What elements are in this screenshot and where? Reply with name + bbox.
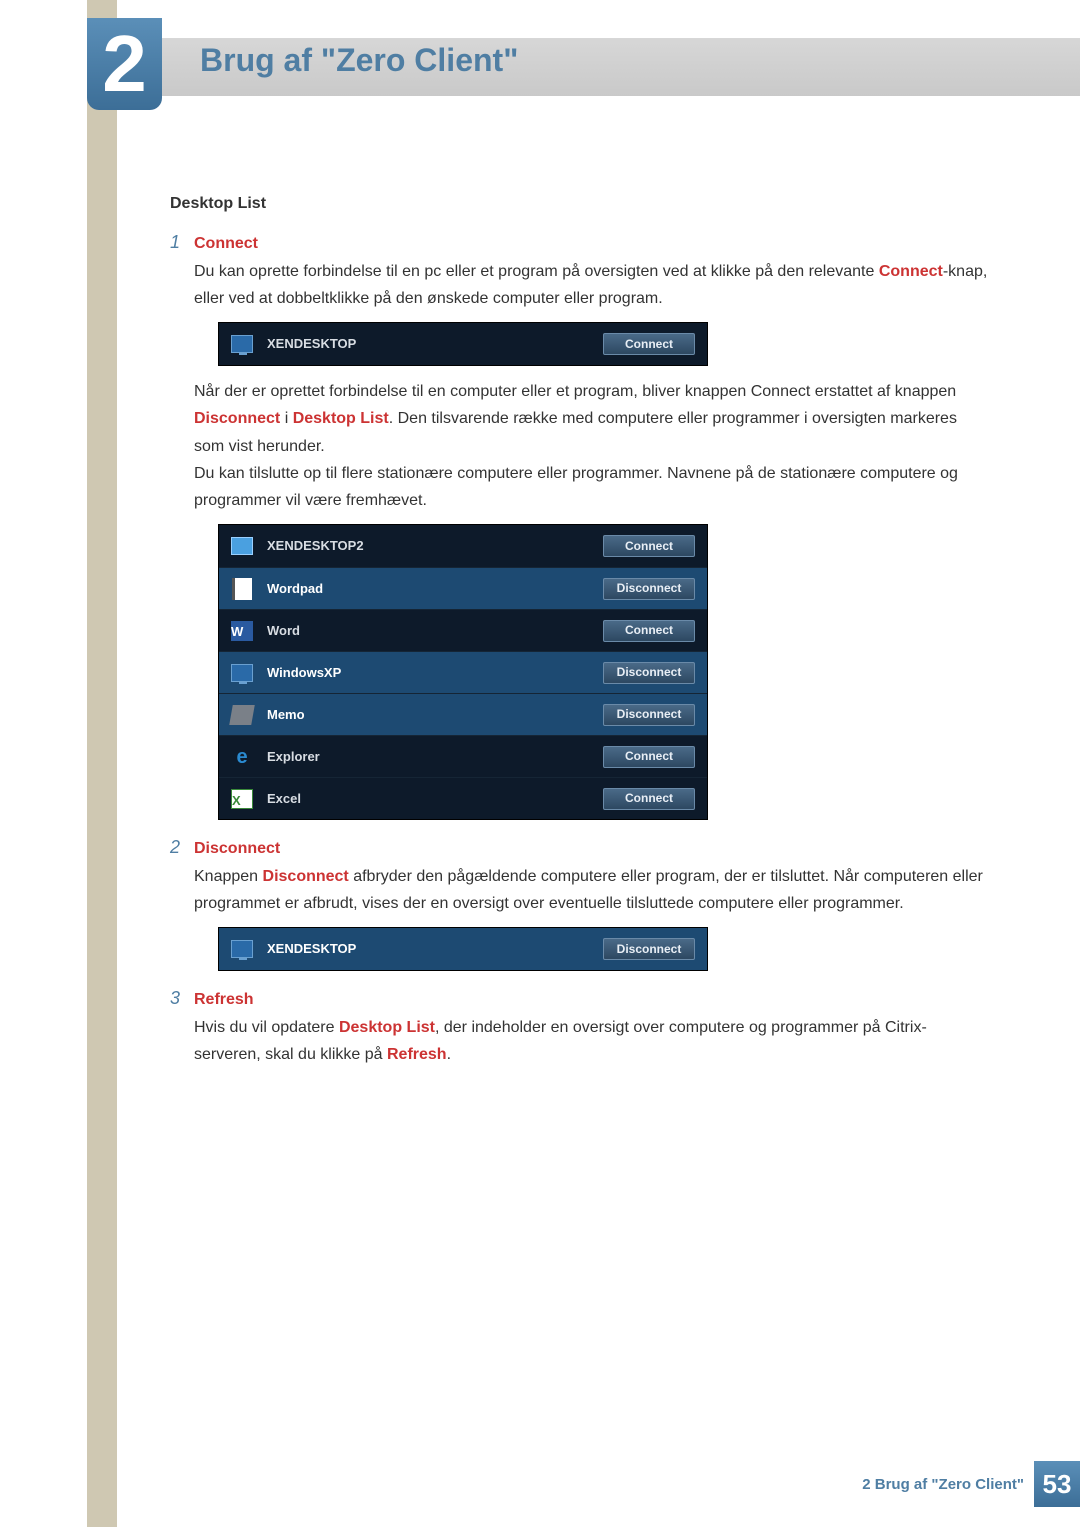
list-item: XENDESKTOP Connect bbox=[219, 323, 707, 365]
list-item: XENDESKTOP Disconnect bbox=[219, 928, 707, 970]
disconnect-button[interactable]: Disconnect bbox=[603, 704, 695, 726]
item-label: Refresh bbox=[194, 986, 254, 1013]
list-item: WindowsXPDisconnect bbox=[219, 651, 707, 693]
desktop-name: XENDESKTOP bbox=[267, 938, 603, 960]
connect-button[interactable]: Connect bbox=[603, 620, 695, 642]
list-item: WordpadDisconnect bbox=[219, 567, 707, 609]
item-label: Connect bbox=[194, 230, 258, 257]
excel-icon: X bbox=[231, 788, 253, 810]
page-footer: 2 Brug af "Zero Client" 53 bbox=[87, 1461, 1080, 1507]
paragraph: Du kan oprette forbindelse til en pc ell… bbox=[194, 258, 990, 312]
list-item: MemoDisconnect bbox=[219, 693, 707, 735]
item-number: 1 bbox=[170, 227, 194, 258]
keyword-disconnect: Disconnect bbox=[194, 410, 280, 427]
desktop-name: Excel bbox=[267, 788, 603, 810]
item-connect-header: 1 Connect bbox=[170, 227, 990, 258]
left-margin-stripe bbox=[87, 0, 117, 1527]
keyword-connect: Connect bbox=[879, 263, 943, 280]
wordpad-icon bbox=[231, 578, 253, 600]
disconnect-button[interactable]: Disconnect bbox=[603, 578, 695, 600]
text: Når der er oprettet forbindelse til en c… bbox=[194, 383, 956, 400]
keyword-refresh: Refresh bbox=[387, 1046, 447, 1063]
list-item: e ExplorerConnect bbox=[219, 735, 707, 777]
desktop-name: Word bbox=[267, 620, 603, 642]
item-number: 2 bbox=[170, 832, 194, 863]
desktop-name: Explorer bbox=[267, 746, 603, 768]
desktop-name: Memo bbox=[267, 704, 603, 726]
text: Hvis du vil opdatere bbox=[194, 1019, 339, 1036]
desktop-name: Wordpad bbox=[267, 578, 603, 600]
text: Knappen bbox=[194, 868, 263, 885]
section-heading: Desktop List bbox=[170, 190, 990, 217]
screenshot-desktop-list: XENDESKTOP2ConnectWordpadDisconnectWWord… bbox=[218, 524, 708, 820]
connect-button[interactable]: Connect bbox=[603, 535, 695, 557]
desktop-name: XENDESKTOP2 bbox=[267, 535, 603, 557]
monitor-icon bbox=[231, 333, 253, 355]
list-item: XENDESKTOP2Connect bbox=[219, 525, 707, 567]
item-refresh-header: 3 Refresh bbox=[170, 983, 990, 1014]
connect-button[interactable]: Connect bbox=[603, 333, 695, 355]
monitor-icon bbox=[231, 662, 253, 684]
paragraph: Du kan tilslutte op til flere stationære… bbox=[194, 460, 990, 514]
disconnect-button[interactable]: Disconnect bbox=[603, 662, 695, 684]
connect-button[interactable]: Connect bbox=[603, 788, 695, 810]
screenshot-xendesktop-disconnect: XENDESKTOP Disconnect bbox=[218, 927, 708, 971]
keyword-desktop-list: Desktop List bbox=[339, 1019, 435, 1036]
item-connect-body: Du kan oprette forbindelse til en pc ell… bbox=[194, 258, 990, 820]
item-refresh-body: Hvis du vil opdatere Desktop List, der i… bbox=[194, 1014, 990, 1068]
chapter-number-badge: 2 bbox=[87, 18, 162, 110]
word-icon: W bbox=[231, 620, 253, 642]
ie-icon: e bbox=[231, 746, 253, 768]
paragraph: Når der er oprettet forbindelse til en c… bbox=[194, 378, 990, 460]
memo-icon bbox=[231, 704, 253, 726]
item-label: Disconnect bbox=[194, 835, 280, 862]
item-disconnect-body: Knappen Disconnect afbryder den pågælden… bbox=[194, 863, 990, 971]
connect-button[interactable]: Connect bbox=[603, 746, 695, 768]
desktop-icon bbox=[231, 535, 253, 557]
screenshot-xendesktop-connect: XENDESKTOP Connect bbox=[218, 322, 708, 366]
footer-page-number: 53 bbox=[1034, 1461, 1080, 1507]
paragraph: Knappen Disconnect afbryder den pågælden… bbox=[194, 863, 990, 917]
desktop-name: WindowsXP bbox=[267, 662, 603, 684]
monitor-icon bbox=[231, 938, 253, 960]
desktop-name: XENDESKTOP bbox=[267, 333, 603, 355]
disconnect-button[interactable]: Disconnect bbox=[603, 938, 695, 960]
chapter-title: Brug af "Zero Client" bbox=[200, 42, 518, 79]
item-number: 3 bbox=[170, 983, 194, 1014]
footer-text: 2 Brug af "Zero Client" bbox=[862, 1476, 1024, 1493]
page-content: Desktop List 1 Connect Du kan oprette fo… bbox=[170, 190, 990, 1078]
paragraph: Hvis du vil opdatere Desktop List, der i… bbox=[194, 1014, 990, 1068]
text: i bbox=[280, 410, 292, 427]
list-item: W WordConnect bbox=[219, 609, 707, 651]
keyword-desktop-list: Desktop List bbox=[293, 410, 389, 427]
list-item: X ExcelConnect bbox=[219, 777, 707, 819]
item-disconnect-header: 2 Disconnect bbox=[170, 832, 990, 863]
text: . bbox=[447, 1046, 451, 1063]
keyword-disconnect: Disconnect bbox=[263, 868, 349, 885]
text: Du kan oprette forbindelse til en pc ell… bbox=[194, 263, 879, 280]
